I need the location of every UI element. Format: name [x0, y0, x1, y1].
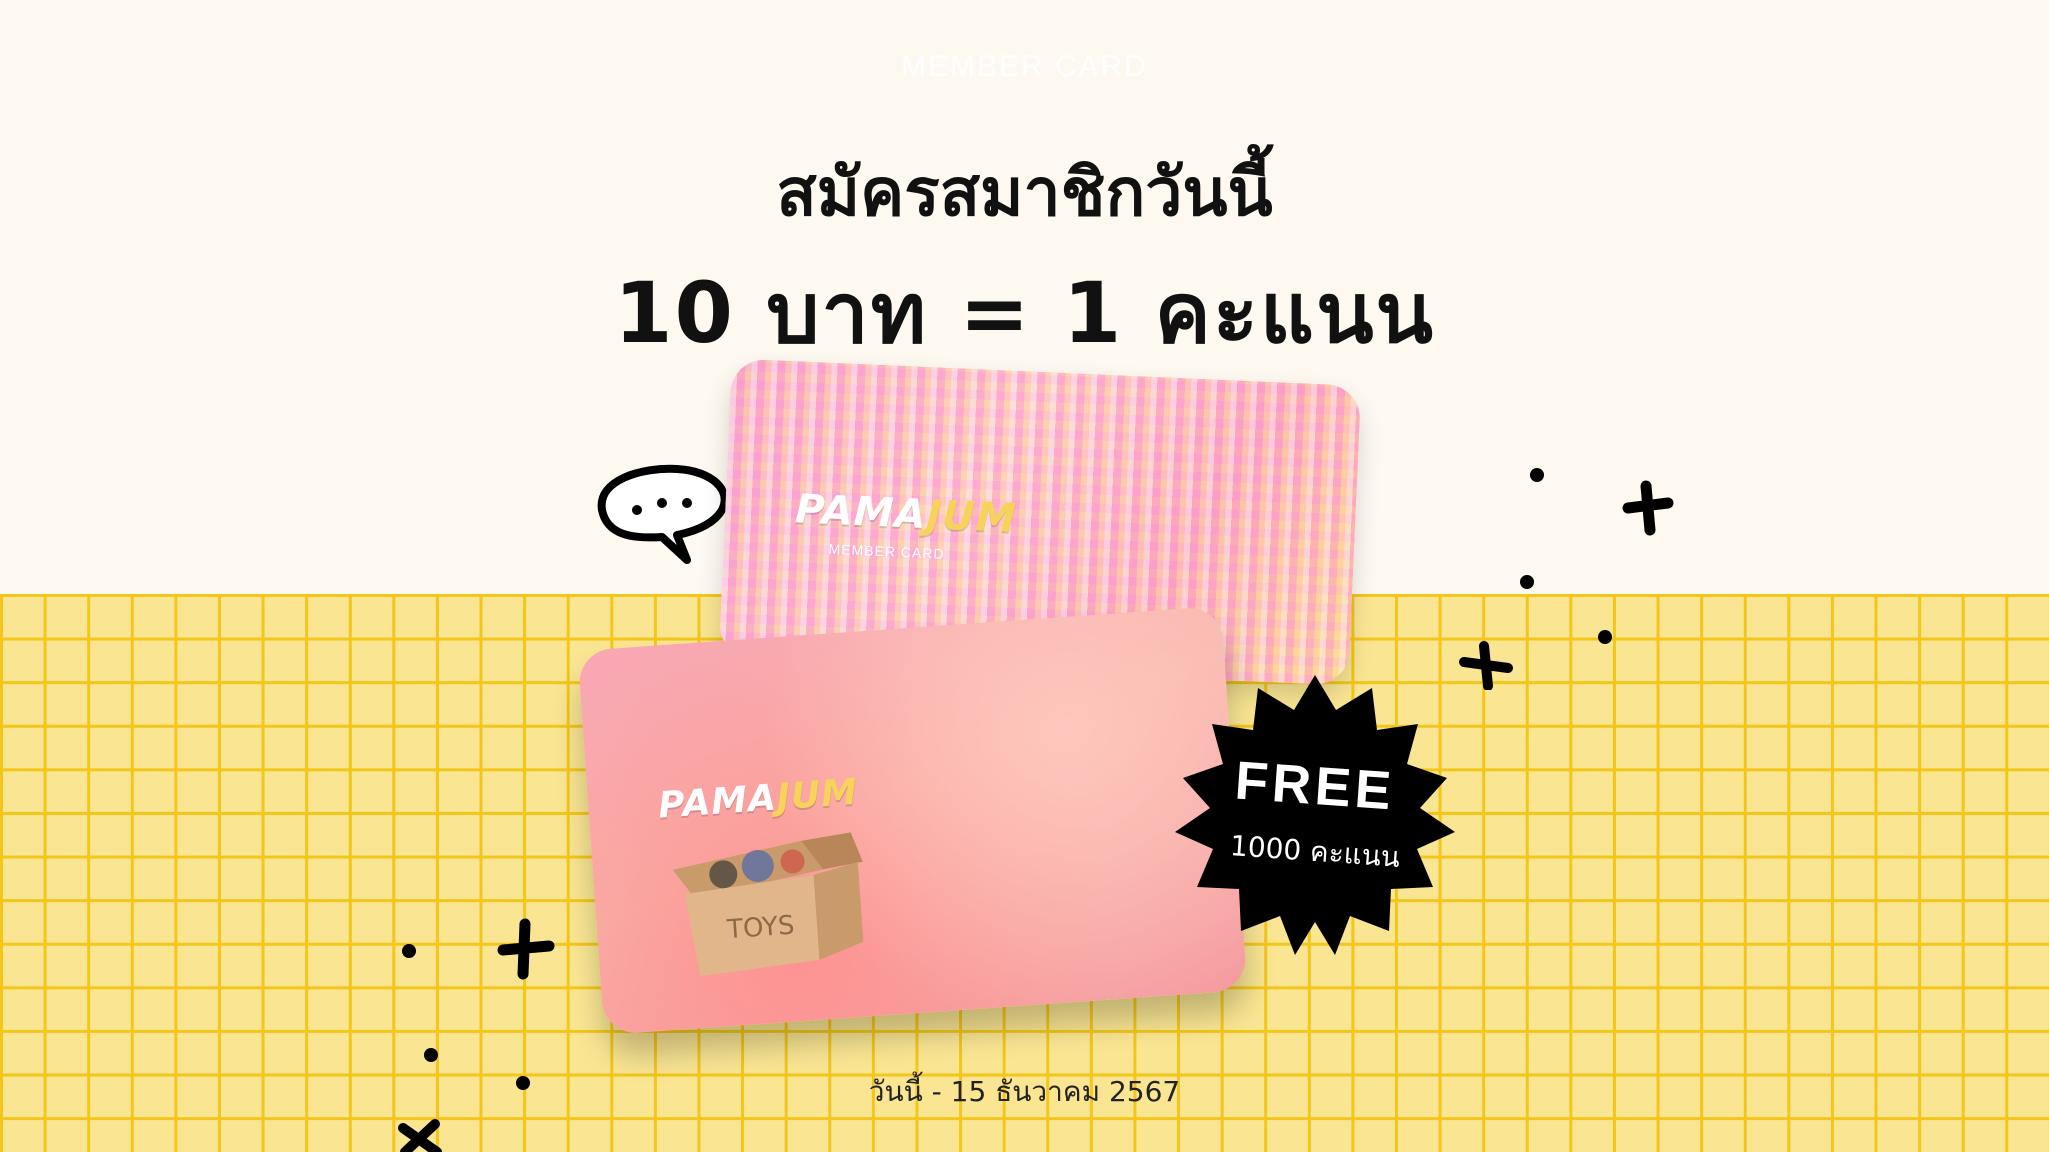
dot-icon [1598, 630, 1612, 644]
dot-icon [424, 1048, 438, 1062]
promo-date: วันนี้ - 15 ธันวาคม 2567 [868, 1075, 1181, 1108]
card-subtitle: MEMBER CARD [828, 540, 945, 562]
top-label: MEMBER CARD [900, 50, 1148, 83]
speech-bubble-icon [597, 464, 729, 564]
cross-icon [398, 1119, 442, 1152]
toy-box-icon: TOYS [672, 832, 864, 977]
cross-icon [1622, 480, 1674, 536]
cross-icon [1459, 641, 1513, 690]
points-rate: 10 บาท = 1 คะแนน [614, 264, 1435, 362]
dot-icon [1520, 575, 1534, 589]
toy-box-label: TOYS [725, 911, 795, 946]
cross-icon [497, 918, 555, 980]
headline: สมัครสมาชิกวันนี้ [776, 154, 1273, 231]
dot-icon [402, 944, 416, 958]
brand-logo: PAMAJUM [794, 486, 1018, 542]
dot-icon [1530, 468, 1544, 482]
member-card-front: PAMAJUM TOYS [577, 605, 1248, 1036]
